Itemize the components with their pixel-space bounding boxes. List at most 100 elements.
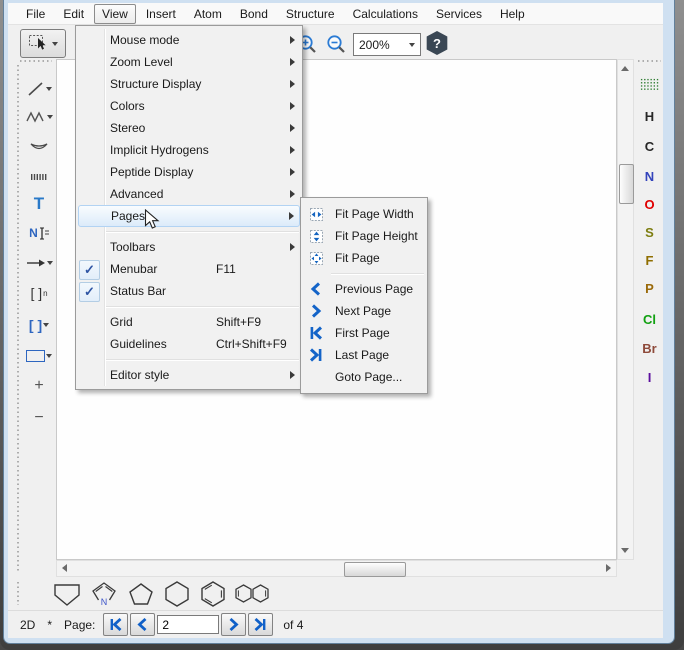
template-pyrrole-button[interactable]: N: [87, 579, 121, 608]
menu-item-structure-display[interactable]: Structure Display: [76, 73, 302, 95]
menu-calculations[interactable]: Calculations: [345, 4, 426, 24]
zoom-level-combobox[interactable]: 200%: [353, 33, 421, 56]
horizontal-scrollbar-thumb[interactable]: [344, 562, 406, 577]
status-bar: 2D * Page:: [8, 610, 663, 638]
menu-item-colors[interactable]: Colors: [76, 95, 302, 117]
chain-dropdown-icon[interactable]: [47, 115, 53, 119]
menu-item-label: Colors: [110, 99, 145, 113]
dashed-bond-tool-button[interactable]: [24, 165, 54, 189]
template-cyclohexane-button[interactable]: [160, 579, 194, 608]
selection-tool-button[interactable]: [20, 29, 66, 58]
menu-item-stereo[interactable]: Stereo: [76, 117, 302, 139]
menu-atom[interactable]: Atom: [186, 4, 230, 24]
element-n-button[interactable]: N: [636, 165, 663, 187]
element-c-button[interactable]: C: [636, 135, 663, 157]
previous-page-button[interactable]: [130, 613, 155, 636]
menu-item-editor-style[interactable]: Editor style: [76, 364, 302, 386]
menu-item-grid[interactable]: GridShift+F9: [76, 311, 302, 333]
template-naphthalene-button[interactable]: [232, 579, 272, 608]
menu-item-label: Goto Page...: [335, 370, 402, 384]
menu-item-peptide-display[interactable]: Peptide Display: [76, 161, 302, 183]
menu-item-zoom-level[interactable]: Zoom Level: [76, 51, 302, 73]
arc-tool-button[interactable]: [24, 135, 54, 159]
rectangle-tool-button[interactable]: [24, 344, 54, 368]
menu-item-fit-page[interactable]: Fit Page: [301, 247, 427, 269]
element-f-button[interactable]: F: [636, 249, 663, 271]
menu-item-menubar[interactable]: ✓MenubarF11: [76, 258, 302, 280]
menu-item-fit-page-width[interactable]: Fit Page Width: [301, 203, 427, 225]
scroll-down-icon[interactable]: [621, 548, 629, 553]
combobox-dropdown-icon[interactable]: [409, 43, 415, 47]
decrease-charge-button[interactable]: −: [24, 406, 54, 430]
next-page-button[interactable]: [221, 613, 246, 636]
element-br-button[interactable]: Br: [636, 337, 663, 359]
template-cyclopentane-flat-button[interactable]: [50, 579, 84, 608]
toolbar-grip[interactable]: [17, 582, 19, 605]
chain-tool-button[interactable]: [24, 105, 54, 129]
page-number-input[interactable]: [157, 615, 219, 634]
element-o-button[interactable]: O: [636, 193, 663, 215]
vertical-scrollbar-thumb[interactable]: [619, 164, 634, 204]
element-symbol: F: [646, 253, 654, 268]
menu-file[interactable]: File: [18, 4, 53, 24]
toolbar-grip[interactable]: [638, 60, 661, 62]
periodic-table-button[interactable]: [636, 73, 663, 95]
bond-tool-button[interactable]: [24, 77, 54, 101]
increase-charge-button[interactable]: +: [24, 374, 54, 398]
menu-item-mouse-mode[interactable]: Mouse mode: [76, 29, 302, 51]
first-page-icon: [309, 326, 323, 340]
menu-structure[interactable]: Structure: [278, 4, 343, 24]
submenu-arrow-icon: [290, 124, 295, 132]
last-page-button[interactable]: [248, 613, 273, 636]
rectangle-dropdown-icon[interactable]: [46, 354, 52, 358]
menu-item-advanced[interactable]: Advanced: [76, 183, 302, 205]
menu-item-pages[interactable]: Pages: [78, 205, 300, 227]
menu-item-last-page[interactable]: Last Page: [301, 344, 427, 366]
atom-label-tool-button[interactable]: N: [24, 221, 54, 245]
menu-item-toolbars[interactable]: Toolbars: [76, 236, 302, 258]
menu-item-previous-page[interactable]: Previous Page: [301, 278, 427, 300]
first-page-button[interactable]: [103, 613, 128, 636]
arrow-dropdown-icon[interactable]: [47, 261, 53, 265]
menu-item-implicit-hydrogens[interactable]: Implicit Hydrogens: [76, 139, 302, 161]
template-cyclopentane-button[interactable]: [124, 579, 158, 608]
sgroup-subscript: n: [43, 289, 47, 298]
template-benzene-button[interactable]: [196, 579, 230, 608]
vertical-scrollbar[interactable]: [617, 59, 634, 560]
menu-item-label: Next Page: [335, 304, 391, 318]
menu-item-first-page[interactable]: First Page: [301, 322, 427, 344]
element-h-button[interactable]: H: [636, 105, 663, 127]
scroll-up-icon[interactable]: [621, 66, 629, 71]
element-cl-button[interactable]: Cl: [636, 308, 663, 330]
menu-services[interactable]: Services: [428, 4, 490, 24]
menu-bond[interactable]: Bond: [232, 4, 276, 24]
toolbar-grip[interactable]: [17, 65, 19, 571]
help-button[interactable]: ?: [425, 31, 449, 55]
menu-item-next-page[interactable]: Next Page: [301, 300, 427, 322]
bracket-dropdown-icon[interactable]: [43, 323, 49, 327]
zoom-out-button[interactable]: [324, 33, 348, 55]
selection-dropdown-icon[interactable]: [52, 42, 58, 46]
bond-dropdown-icon[interactable]: [46, 87, 52, 91]
scroll-left-icon[interactable]: [62, 564, 67, 572]
bracket-tool-button[interactable]: [ ]: [24, 313, 54, 337]
sgroup-tool-button[interactable]: [ ]n: [24, 281, 54, 305]
element-i-button[interactable]: I: [636, 366, 663, 388]
element-p-button[interactable]: P: [636, 277, 663, 299]
horizontal-scrollbar[interactable]: [56, 560, 617, 577]
dashed-bond-icon: [29, 172, 49, 182]
text-tool-button[interactable]: T: [24, 192, 54, 216]
menu-insert[interactable]: Insert: [138, 4, 184, 24]
menu-view[interactable]: View: [94, 4, 136, 24]
scroll-right-icon[interactable]: [606, 564, 611, 572]
arrow-tool-button[interactable]: [24, 251, 54, 275]
menu-separator: [301, 269, 427, 278]
menu-item-status-bar[interactable]: ✓Status Bar: [76, 280, 302, 302]
menu-item-fit-page-height[interactable]: Fit Page Height: [301, 225, 427, 247]
bracket-icon: [ ]: [29, 317, 42, 333]
menu-item-goto-page[interactable]: Goto Page...: [301, 366, 427, 388]
element-s-button[interactable]: S: [636, 221, 663, 243]
menu-help[interactable]: Help: [492, 4, 533, 24]
menu-edit[interactable]: Edit: [55, 4, 92, 24]
menu-item-guidelines[interactable]: GuidelinesCtrl+Shift+F9: [76, 333, 302, 355]
